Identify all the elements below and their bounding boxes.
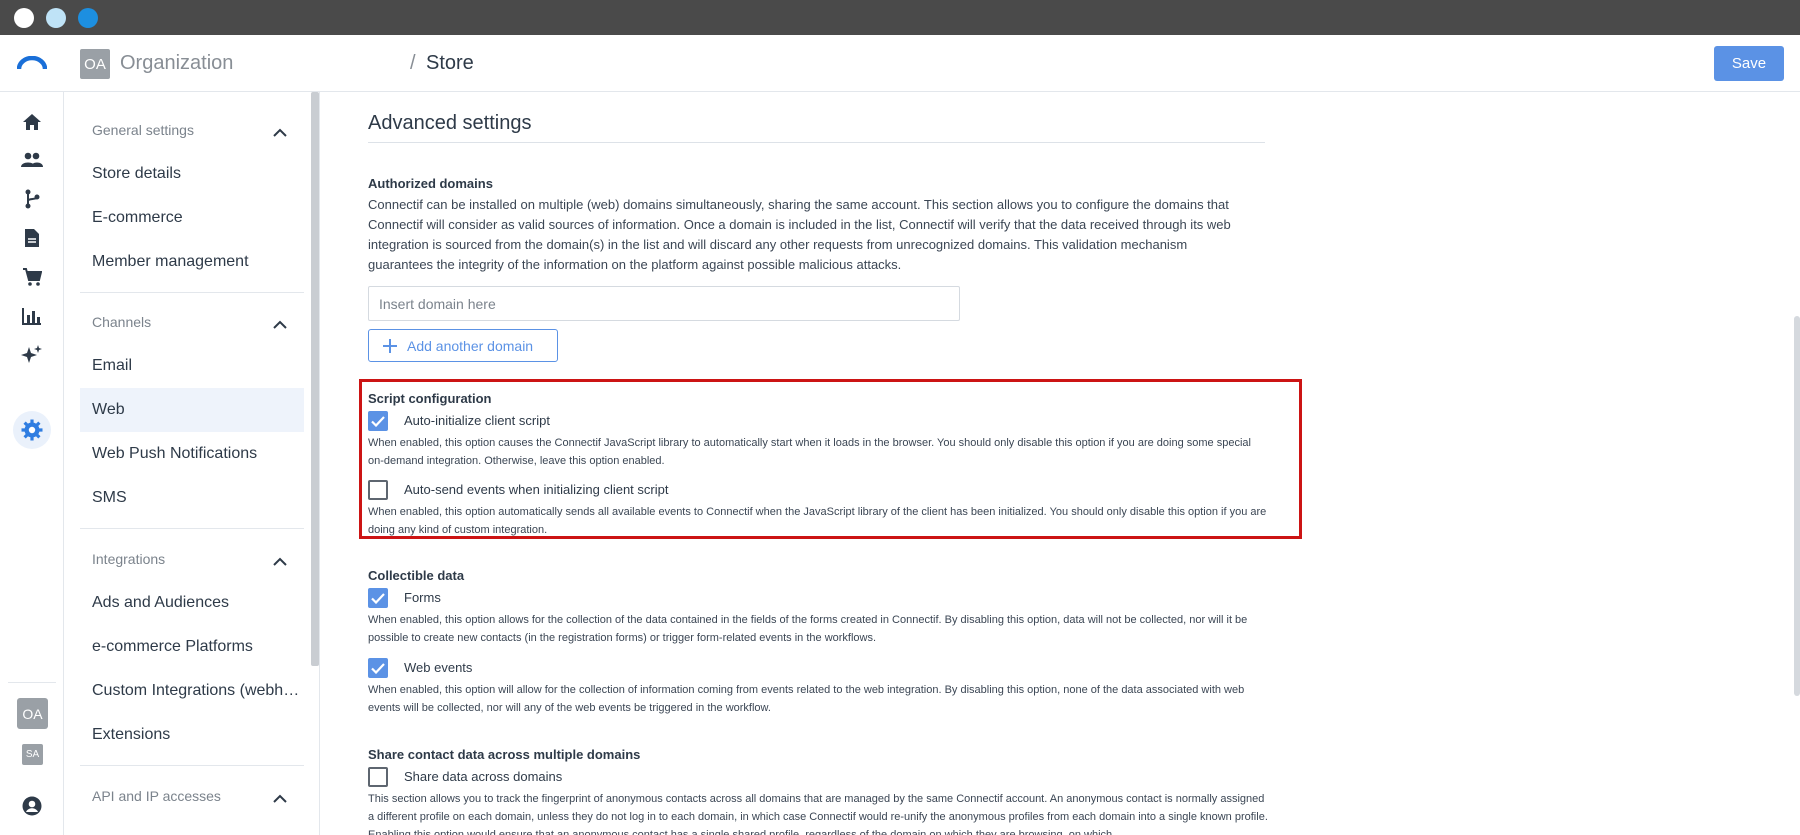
org-avatar[interactable]: OA: [17, 698, 48, 729]
sidebar-item-custom-integrations[interactable]: Custom Integrations (webh…: [80, 669, 304, 713]
sidebar-item-email[interactable]: Email: [80, 344, 304, 388]
connectif-logo-icon[interactable]: [16, 55, 48, 75]
window-titlebar: [0, 0, 1800, 35]
auto-send-checkbox[interactable]: [368, 480, 388, 500]
sidebar-item-sms[interactable]: SMS: [80, 476, 304, 520]
page-title: Store: [426, 52, 474, 74]
nav-rail: OA SA: [0, 92, 64, 835]
chevron-up-icon[interactable]: [272, 554, 288, 566]
breadcrumb-separator: /: [410, 52, 416, 74]
plus-icon: [383, 338, 397, 353]
chart-icon[interactable]: [20, 304, 44, 328]
sidebar-item-store-details[interactable]: Store details: [80, 152, 304, 196]
sidebar-scrollbar[interactable]: [311, 92, 319, 666]
script-config-label: Script configuration: [368, 391, 492, 406]
sidebar-divider: [80, 292, 304, 293]
sidebar-item-web-push[interactable]: Web Push Notifications: [80, 432, 304, 476]
section-title: Advanced settings: [368, 112, 532, 134]
chevron-up-icon[interactable]: [272, 791, 288, 803]
auto-send-label[interactable]: Auto-send events when initializing clien…: [404, 482, 668, 497]
collectible-data-label: Collectible data: [368, 568, 465, 583]
section-channels[interactable]: Channels: [92, 314, 151, 330]
sidebar-item-web[interactable]: Web: [80, 388, 304, 432]
web-events-label[interactable]: Web events: [404, 660, 472, 675]
settings-sidebar: General settings Store details E-commerc…: [64, 92, 320, 835]
sidebar-divider: [80, 528, 304, 529]
sidebar-item-ads-audiences[interactable]: Ads and Audiences: [80, 581, 304, 625]
sidebar-divider: [80, 765, 304, 766]
user-icon[interactable]: [20, 794, 44, 818]
sparkle-icon[interactable]: [20, 343, 44, 367]
save-button[interactable]: Save: [1714, 46, 1784, 81]
authorized-domains-label: Authorized domains: [368, 176, 493, 191]
web-events-checkbox[interactable]: [368, 658, 388, 678]
document-icon[interactable]: [20, 226, 44, 250]
cart-icon[interactable]: [20, 265, 44, 289]
chevron-up-icon[interactable]: [272, 125, 288, 137]
workflow-icon[interactable]: [20, 187, 44, 211]
close-window-icon[interactable]: [14, 8, 34, 28]
sidebar-item-ecommerce-platforms[interactable]: e-commerce Platforms: [80, 625, 304, 669]
settings-icon[interactable]: [20, 418, 44, 442]
sidebar-item-ecommerce[interactable]: E-commerce: [80, 196, 304, 240]
web-events-description: When enabled, this option will allow for…: [368, 684, 1245, 714]
rail-divider: [8, 682, 56, 683]
auto-init-label[interactable]: Auto-initialize client script: [404, 413, 550, 428]
user-avatar[interactable]: SA: [22, 744, 43, 765]
add-domain-label: Add another domain: [407, 337, 534, 354]
maximize-window-icon[interactable]: [78, 8, 98, 28]
share-domains-label[interactable]: Share data across domains: [404, 769, 562, 784]
domain-input[interactable]: [368, 286, 960, 321]
org-badge: OA: [80, 49, 110, 79]
authorized-domains-description: Connectif can be installed on multiple (…: [368, 197, 1231, 272]
forms-checkbox[interactable]: [368, 588, 388, 608]
main-content: Advanced settings Authorized domains Con…: [320, 92, 1800, 835]
auto-send-description: When enabled, this option automatically …: [368, 506, 1267, 536]
title-divider: [368, 142, 1265, 143]
section-general-settings[interactable]: General settings: [92, 122, 194, 138]
org-name[interactable]: Organization: [120, 52, 233, 75]
add-domain-button[interactable]: Add another domain: [368, 329, 558, 362]
main-scrollbar[interactable]: [1794, 316, 1800, 696]
contacts-icon[interactable]: [20, 148, 44, 172]
share-domains-description: This section allows you to track the fin…: [368, 793, 1268, 835]
forms-label[interactable]: Forms: [404, 590, 441, 605]
home-icon[interactable]: [20, 110, 44, 134]
sidebar-item-member-management[interactable]: Member management: [80, 240, 304, 284]
chevron-up-icon[interactable]: [272, 317, 288, 329]
forms-description: When enabled, this option allows for the…: [368, 614, 1248, 644]
section-integrations[interactable]: Integrations: [92, 551, 165, 567]
minimize-window-icon[interactable]: [46, 8, 66, 28]
section-api-ip[interactable]: API and IP accesses: [92, 788, 221, 804]
share-domains-checkbox[interactable]: [368, 767, 388, 787]
share-contact-label: Share contact data across multiple domai…: [368, 747, 641, 762]
top-header: OA Organization / Store Save: [0, 35, 1800, 92]
auto-init-checkbox[interactable]: [368, 411, 388, 431]
auto-init-description: When enabled, this option causes the Con…: [368, 437, 1251, 467]
sidebar-item-extensions[interactable]: Extensions: [80, 713, 304, 757]
